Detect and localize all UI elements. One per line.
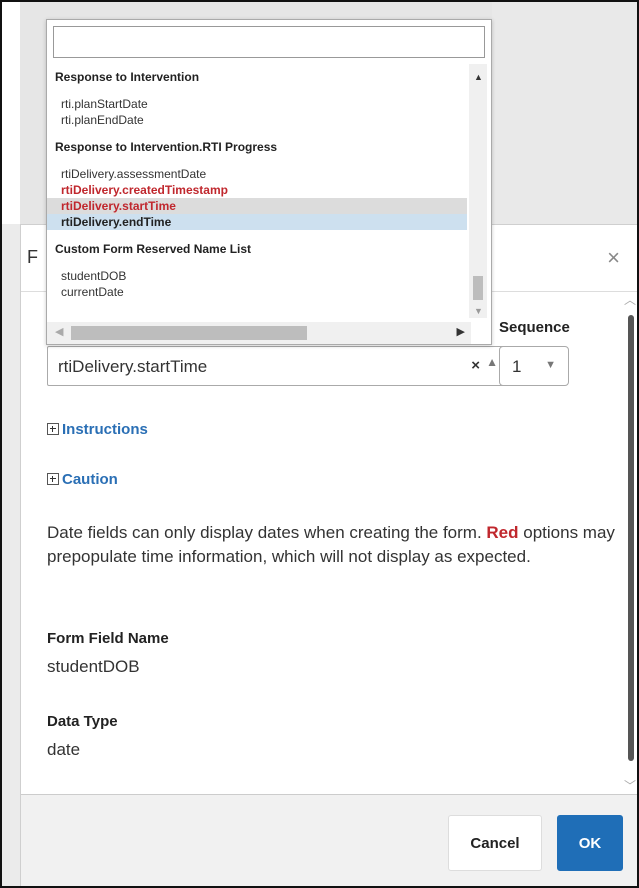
modal-scrollbar-thumb[interactable] [628,315,634,761]
backdrop-left-panel [2,2,20,224]
form-field-name-label: Form Field Name [47,630,169,647]
instructions-label: Instructions [62,421,148,438]
dropdown-horizontal-scrollbar-thumb[interactable] [71,326,307,340]
form-field-name-value: studentDOB [47,657,140,676]
scroll-left-arrow-icon[interactable]: ◀ [55,325,63,338]
field-dropdown: Response to Intervention rti.planStartDat… [46,19,492,345]
chevron-down-icon: ▼ [545,359,556,371]
dropdown-option[interactable]: currentDate [47,284,467,300]
dropdown-option[interactable]: rtiDelivery.assessmentDate [47,166,467,182]
modal-footer: Cancel OK [21,794,637,886]
screen-frame: F × Sequence rtiDelivery.startTime × ▲ 1… [0,0,639,888]
clear-selection-icon[interactable]: × [471,357,480,374]
chevron-up-icon[interactable]: ▲ [486,355,498,369]
expand-plus-icon [47,423,59,435]
data-type-label: Data Type [47,713,118,730]
cancel-button[interactable]: Cancel [448,815,542,871]
dropdown-option[interactable]: rtiDelivery.startTime [47,198,467,214]
scroll-down-icon[interactable]: ﹀ [624,777,636,794]
backdrop-right-panel [492,2,637,224]
dropdown-option[interactable]: rtiDelivery.createdTimestamp [47,182,467,198]
scroll-up-icon[interactable]: ︿ [624,291,636,308]
ok-button[interactable]: OK [557,815,623,871]
sequence-label: Sequence [499,319,570,336]
dropdown-option[interactable]: rti.planStartDate [47,96,467,112]
caution-toggle[interactable]: Caution [47,471,118,488]
data-type-value: date [47,740,81,759]
dropdown-group-header: Custom Form Reserved Name List [55,242,252,256]
caution-text-start: Date fields can only display dates when … [47,523,487,542]
form-field-select-value: rtiDelivery.startTime [58,357,208,376]
dropdown-option[interactable]: rtiDelivery.endTime [47,214,467,230]
dropdown-vertical-scrollbar[interactable]: ▲ ▼ [469,64,487,318]
close-icon[interactable]: × [607,245,620,271]
instructions-toggle[interactable]: Instructions [47,421,148,438]
scroll-down-arrow-icon[interactable]: ▼ [474,306,483,316]
sequence-select-value: 1 [512,357,522,376]
dropdown-horizontal-scrollbar[interactable]: ◀ ▶ [47,322,471,344]
caution-message: Date fields can only display dates when … [47,521,617,569]
sequence-select[interactable]: 1 ▼ [499,346,569,386]
dropdown-vertical-scrollbar-thumb[interactable] [473,276,483,300]
dropdown-group-header: Response to Intervention [55,70,200,84]
scroll-up-arrow-icon[interactable]: ▲ [474,72,483,82]
caution-text-red: Red [486,523,519,542]
expand-plus-icon [47,473,59,485]
dropdown-option[interactable]: rti.planEndDate [47,112,467,128]
dropdown-option[interactable]: studentDOB [47,268,467,284]
modal-title: F [27,247,38,267]
dropdown-group-header: Response to Intervention.RTI Progress [55,140,278,154]
caution-label: Caution [62,471,118,488]
form-field-select[interactable]: rtiDelivery.startTime × ▲ [47,346,509,386]
scroll-right-arrow-icon[interactable]: ▶ [457,325,465,338]
dropdown-search-input[interactable] [53,26,485,58]
dropdown-options-list: Response to Intervention rti.planStartDat… [47,64,467,318]
